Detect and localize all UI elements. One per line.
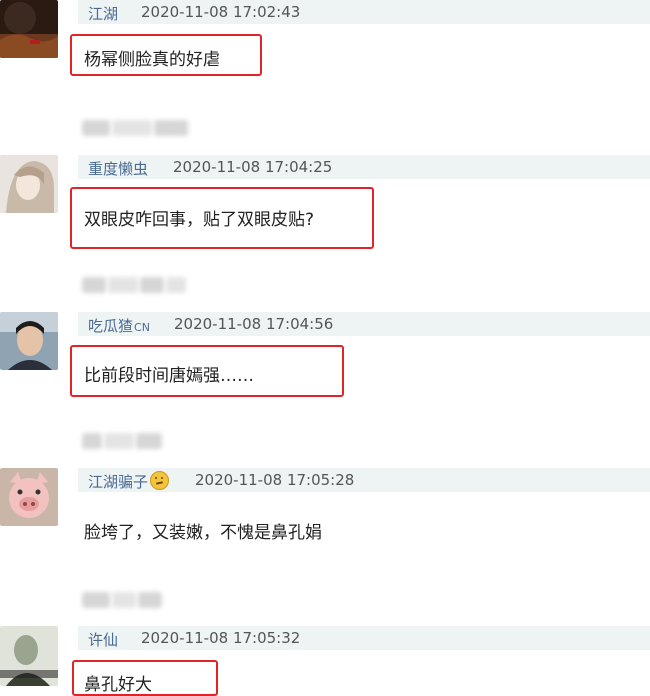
avatar[interactable] [0, 626, 58, 686]
comment-username[interactable]: 许仙 [88, 629, 118, 650]
comment-username-text: 江湖骗子 [88, 473, 149, 491]
comment-username[interactable]: 江湖 [88, 3, 118, 24]
comment-time: 2020-11-08 17:04:56 [174, 315, 334, 333]
comment-text: 鼻孔好大 [84, 675, 152, 695]
avatar[interactable] [0, 0, 58, 58]
comment-username[interactable]: 吃瓜猹CN [88, 315, 150, 336]
comment-username[interactable]: 江湖骗子 [88, 471, 170, 492]
comment-time: 2020-11-08 17:05:28 [195, 471, 355, 489]
comment-username-text: 吃瓜猹 [88, 317, 134, 335]
comment-text: 双眼皮咋回事，贴了双眼皮贴? [84, 210, 315, 230]
avatar[interactable] [0, 312, 58, 370]
avatar[interactable] [0, 468, 58, 526]
avatar[interactable] [0, 155, 58, 213]
comment-meta-bar: 吃瓜猹CN 2020-11-08 17:04:56 [78, 312, 650, 336]
comment-text: 比前段时间唐嫣强…… [84, 366, 254, 386]
emoji-face-icon [150, 471, 170, 490]
comment-meta-bar: 许仙 2020-11-08 17:05:32 [78, 626, 650, 650]
comment-time: 2020-11-08 17:02:43 [141, 3, 301, 21]
comment-time: 2020-11-08 17:05:32 [141, 629, 301, 647]
comment-meta-bar: 重度懒虫 2020-11-08 17:04:25 [78, 155, 650, 179]
username-suffix: CN [134, 321, 150, 334]
comment-meta-bar: 江湖 2020-11-08 17:02:43 [78, 0, 650, 24]
comment-text: 脸垮了，又装嫩，不愧是鼻孔娟 [84, 523, 322, 543]
comment-time: 2020-11-08 17:04:25 [173, 158, 333, 176]
comment-text: 杨幂侧脸真的好虐 [84, 50, 220, 70]
comment-meta-bar: 江湖骗子 2020-11-08 17:05:28 [78, 468, 650, 492]
comment-username[interactable]: 重度懒虫 [88, 158, 148, 179]
